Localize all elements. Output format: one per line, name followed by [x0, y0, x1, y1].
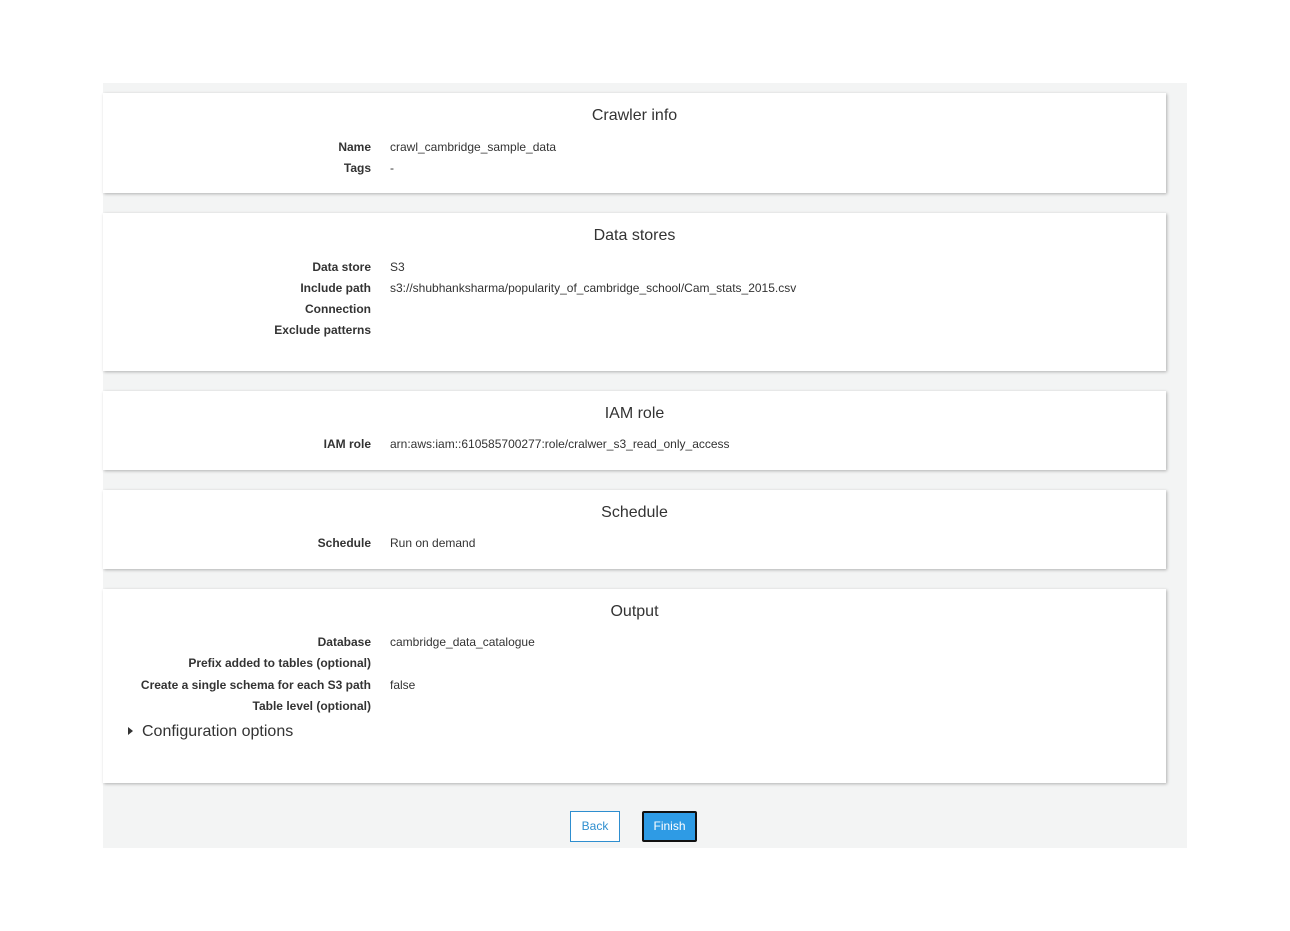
schedule-value: Run on demand — [390, 536, 476, 550]
table-level-label: Table level (optional) — [252, 699, 371, 713]
configuration-options-label: Configuration options — [142, 723, 294, 740]
single-schema-label: Create a single schema for each S3 path — [140, 678, 371, 692]
crawler-name-value: crawl_cambridge_sample_data — [390, 140, 557, 154]
iam-role-title: IAM role — [604, 405, 665, 422]
table-prefix-label: Prefix added to tables (optional) — [188, 656, 371, 670]
connection-label: Connection — [305, 302, 371, 316]
single-schema-row: Create a single schema for each S3 path … — [103, 675, 1166, 695]
data-stores-title: Data stores — [593, 227, 676, 244]
crawler-info-title: Crawler info — [591, 107, 678, 124]
table-level-row: Table level (optional) — [103, 696, 1166, 716]
database-row: Database cambridge_data_catalogue — [103, 632, 1166, 652]
schedule-title: Schedule — [601, 504, 668, 521]
include-path-label: Include path — [300, 281, 371, 295]
crawler-tags-label: Tags — [343, 161, 371, 175]
exclude-patterns-label: Exclude patterns — [274, 323, 371, 337]
crawler-info-panel: Crawler info Name crawl_cambridge_sample… — [103, 93, 1166, 193]
data-stores-panel: Data stores Data store S3 Include path s… — [103, 213, 1166, 371]
crawler-name-label: Name — [338, 140, 371, 154]
data-store-value: S3 — [390, 260, 405, 274]
connection-row: Connection — [103, 299, 1166, 319]
iam-role-label: IAM role — [323, 437, 371, 451]
database-value: cambridge_data_catalogue — [390, 635, 535, 649]
crawler-name-row: Name crawl_cambridge_sample_data — [103, 137, 1166, 157]
database-label: Database — [317, 635, 371, 649]
data-store-row: Data store S3 — [103, 257, 1166, 277]
caret-right-icon — [128, 727, 133, 735]
finish-button[interactable]: Finish — [642, 811, 697, 842]
output-panel: Output Database cambridge_data_catalogue… — [103, 589, 1166, 783]
schedule-row: Schedule Run on demand — [103, 533, 1166, 553]
review-page: Crawler info Name crawl_cambridge_sample… — [103, 83, 1187, 848]
crawler-tags-row: Tags - — [103, 158, 1166, 178]
schedule-panel: Schedule Schedule Run on demand — [103, 490, 1166, 569]
iam-role-panel: IAM role IAM role arn:aws:iam::610585700… — [103, 391, 1166, 470]
single-schema-value: false — [390, 678, 416, 692]
include-path-value: s3://shubhanksharma/popularity_of_cambri… — [390, 281, 797, 295]
include-path-row: Include path s3://shubhanksharma/popular… — [103, 278, 1166, 298]
iam-role-value: arn:aws:iam::610585700277:role/cralwer_s… — [390, 437, 730, 451]
configuration-options-toggle[interactable]: Configuration options — [128, 722, 293, 742]
iam-role-row: IAM role arn:aws:iam::610585700277:role/… — [103, 434, 1166, 454]
output-title: Output — [610, 603, 659, 620]
crawler-tags-value: - — [390, 161, 394, 175]
back-button[interactable]: Back — [570, 811, 620, 842]
data-store-label: Data store — [312, 260, 371, 274]
table-prefix-row: Prefix added to tables (optional) — [103, 653, 1166, 673]
exclude-patterns-row: Exclude patterns — [103, 320, 1166, 340]
schedule-label: Schedule — [317, 536, 371, 550]
